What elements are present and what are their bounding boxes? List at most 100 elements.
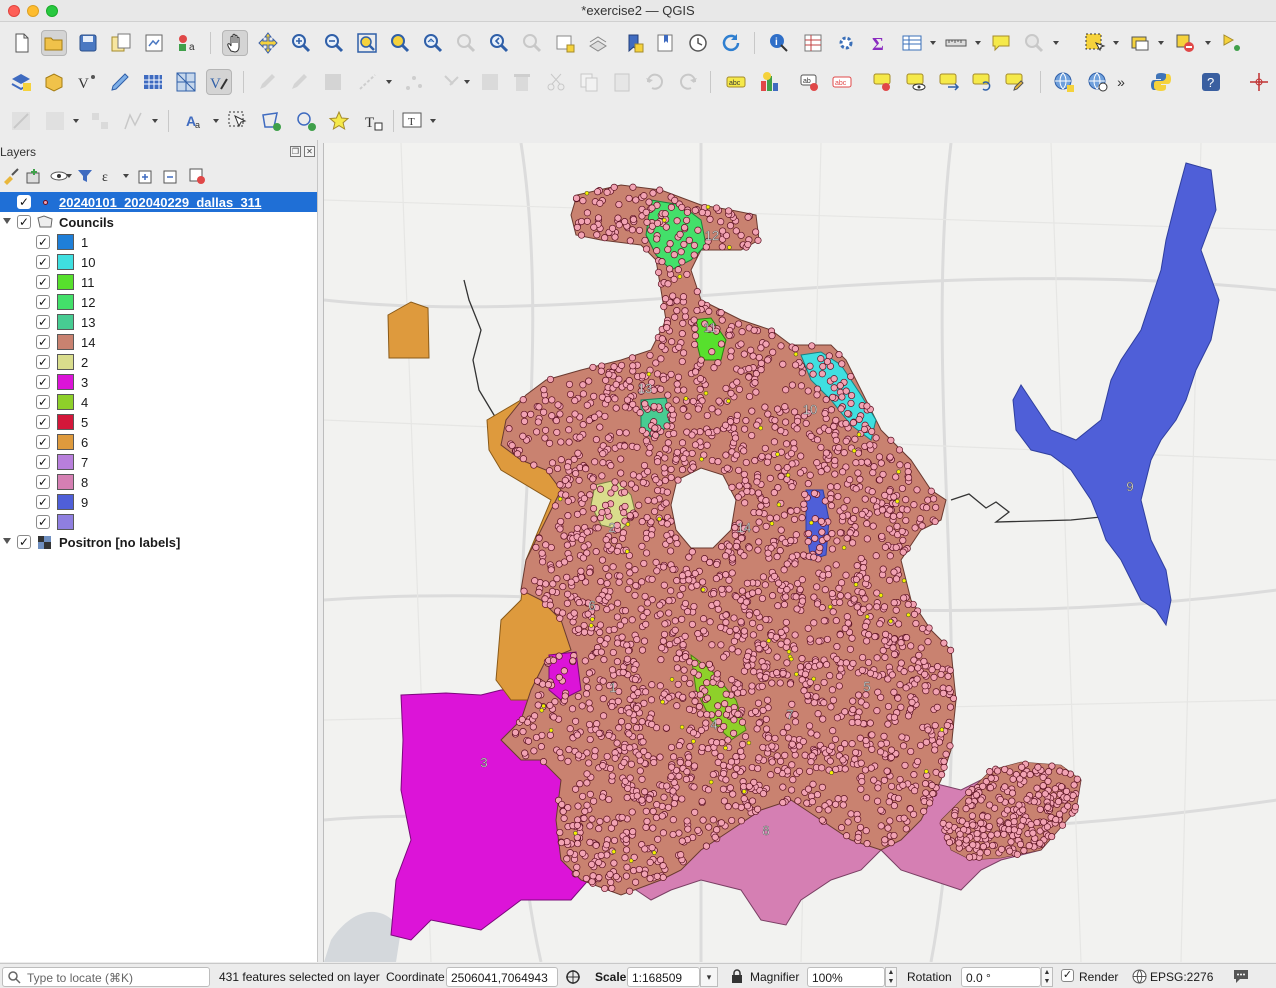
council-legend-item[interactable]: ✓ 8 — [0, 472, 317, 492]
councils-checkbox[interactable]: ✓ — [17, 215, 31, 229]
point-layer-checkbox[interactable]: ✓ — [17, 195, 31, 209]
undo-icon[interactable] — [642, 69, 668, 95]
zoom-full-icon[interactable] — [354, 30, 380, 56]
coordinate-field[interactable]: 2506041,7064943 — [446, 967, 558, 987]
statistics-icon[interactable]: Σ — [866, 30, 892, 56]
new-geopackage-icon[interactable] — [41, 69, 67, 95]
new-virtual-layer-icon[interactable]: V — [74, 69, 100, 95]
text-format-icon[interactable]: T — [399, 108, 425, 134]
filter-expression-icon[interactable]: ε — [100, 167, 118, 185]
georeferencer-icon[interactable] — [140, 69, 166, 95]
add-polygon-icon[interactable] — [258, 108, 284, 134]
lock-scale-icon[interactable] — [731, 969, 743, 984]
rotation-field[interactable]: 0.0 ° — [961, 967, 1041, 987]
council-legend-item[interactable]: ✓ 12 — [0, 292, 317, 312]
basemap-expand-icon[interactable] — [3, 538, 11, 544]
council-legend-checkbox[interactable]: ✓ — [36, 275, 50, 289]
council-legend-item[interactable]: ✓ 11 — [0, 272, 317, 292]
mesh-icon[interactable] — [173, 69, 199, 95]
council-legend-checkbox[interactable]: ✓ — [36, 355, 50, 369]
zoom-native-icon[interactable] — [453, 30, 479, 56]
current-edits-pencil-icon[interactable] — [286, 69, 312, 95]
scale-dropdown-icon[interactable]: ▾ — [700, 967, 718, 987]
zoom-in-icon[interactable] — [288, 30, 314, 56]
open-attribute-table-icon[interactable] — [899, 30, 925, 56]
advanced-digitizing-icon[interactable] — [8, 108, 34, 134]
move-label-icon[interactable] — [936, 69, 962, 95]
scale-field[interactable]: 1:168509 — [627, 967, 700, 987]
python-icon[interactable] — [1148, 69, 1174, 95]
copy-icon[interactable] — [576, 69, 602, 95]
point-layer-row[interactable]: ✓ 20240101_202040229_dallas_311 — [0, 192, 317, 212]
expand-all-icon[interactable] — [137, 167, 155, 185]
zoom-to-layer-icon[interactable] — [420, 30, 446, 56]
select-features-icon[interactable] — [1082, 30, 1108, 56]
crs-label[interactable]: EPSG:2276 — [1150, 970, 1213, 984]
magnifier-spinner-icon[interactable]: ▲ ▼ — [885, 967, 897, 987]
measure-icon[interactable] — [943, 30, 969, 56]
style-manager-icon[interactable]: a — [174, 30, 200, 56]
star-icon[interactable] — [326, 108, 352, 134]
save-edits-icon[interactable] — [320, 69, 346, 95]
diagram-icon[interactable] — [757, 69, 783, 95]
council-legend-checkbox[interactable]: ✓ — [36, 315, 50, 329]
locator-search-input[interactable]: Type to locate (⌘K) — [2, 967, 210, 987]
redo-icon[interactable] — [675, 69, 701, 95]
council-legend-item[interactable]: ✓ 9 — [0, 492, 317, 512]
save-as-icon[interactable] — [108, 30, 134, 56]
add-ring-icon[interactable] — [293, 108, 319, 134]
show-bookmarks-icon[interactable] — [652, 30, 678, 56]
zoom-next-icon[interactable] — [519, 30, 545, 56]
change-label-icon[interactable] — [1002, 69, 1028, 95]
wms-icon[interactable] — [1051, 69, 1077, 95]
deselect-icon[interactable] — [1127, 30, 1153, 56]
council-legend-checkbox[interactable]: ✓ — [36, 335, 50, 349]
filter-legend-icon[interactable] — [76, 167, 94, 185]
messages-icon[interactable] — [1232, 968, 1250, 984]
pan-to-selection-icon[interactable] — [255, 30, 281, 56]
new-layer-icon[interactable] — [1172, 30, 1198, 56]
councils-group-row[interactable]: ✓ Councils — [0, 212, 317, 232]
councils-expand-icon[interactable] — [3, 218, 11, 224]
label-disabled-icon[interactable]: abc — [829, 69, 855, 95]
new-bookmark-icon[interactable] — [621, 30, 647, 56]
rotate-label-icon[interactable] — [969, 69, 995, 95]
council-legend-item[interactable]: ✓ 2 — [0, 352, 317, 372]
council-legend-checkbox[interactable]: ✓ — [36, 415, 50, 429]
council-legend-item[interactable]: ✓ — [0, 512, 317, 532]
new-map-view-icon[interactable] — [552, 30, 578, 56]
paste-icon[interactable] — [609, 69, 635, 95]
identify-icon[interactable]: i — [766, 30, 792, 56]
close-panel-button[interactable]: ✕ — [304, 146, 315, 157]
crs-globe-icon[interactable] — [1132, 969, 1147, 984]
council-legend-item[interactable]: ✓ 13 — [0, 312, 317, 332]
style-panel-icon[interactable] — [2, 167, 20, 185]
map-svg[interactable]: 1211131092 1461 57438 — [324, 143, 1276, 962]
add-group-icon[interactable] — [25, 167, 43, 185]
temporal-controller-icon[interactable] — [685, 30, 711, 56]
zoom-to-selection-icon[interactable] — [387, 30, 413, 56]
map-canvas[interactable]: 12 11 13 10 9 2 14 6 1 5 7 4 3 8 — [323, 143, 1276, 962]
council-legend-item[interactable]: ✓ 3 — [0, 372, 317, 392]
open-field-calculator-icon[interactable] — [800, 30, 826, 56]
council-legend-item[interactable]: ✓ 5 — [0, 412, 317, 432]
locator-icon[interactable] — [1021, 30, 1047, 56]
council-legend-checkbox[interactable]: ✓ — [36, 495, 50, 509]
council-legend-checkbox[interactable]: ✓ — [36, 455, 50, 469]
float-panel-button[interactable]: ❐ — [290, 146, 301, 157]
crosshair-icon[interactable] — [1246, 69, 1272, 95]
magnifier-field[interactable]: 100% — [807, 967, 885, 987]
processing-toolbox-icon[interactable] — [833, 30, 859, 56]
pin-label-icon[interactable] — [870, 69, 896, 95]
pan-icon[interactable] — [222, 30, 248, 56]
collapse-all-icon[interactable] — [162, 167, 180, 185]
rotation-spinner-icon[interactable]: ▲ ▼ — [1041, 967, 1053, 987]
label-icon[interactable]: abc — [723, 69, 749, 95]
council-legend-item[interactable]: ✓ 7 — [0, 452, 317, 472]
help-icon[interactable]: ? — [1198, 69, 1224, 95]
council-legend-checkbox[interactable]: ✓ — [36, 235, 50, 249]
print-layout-icon[interactable] — [141, 30, 167, 56]
save-project-icon[interactable] — [75, 30, 101, 56]
vertex-tool-icon[interactable] — [401, 69, 427, 95]
refresh-icon[interactable] — [718, 30, 744, 56]
